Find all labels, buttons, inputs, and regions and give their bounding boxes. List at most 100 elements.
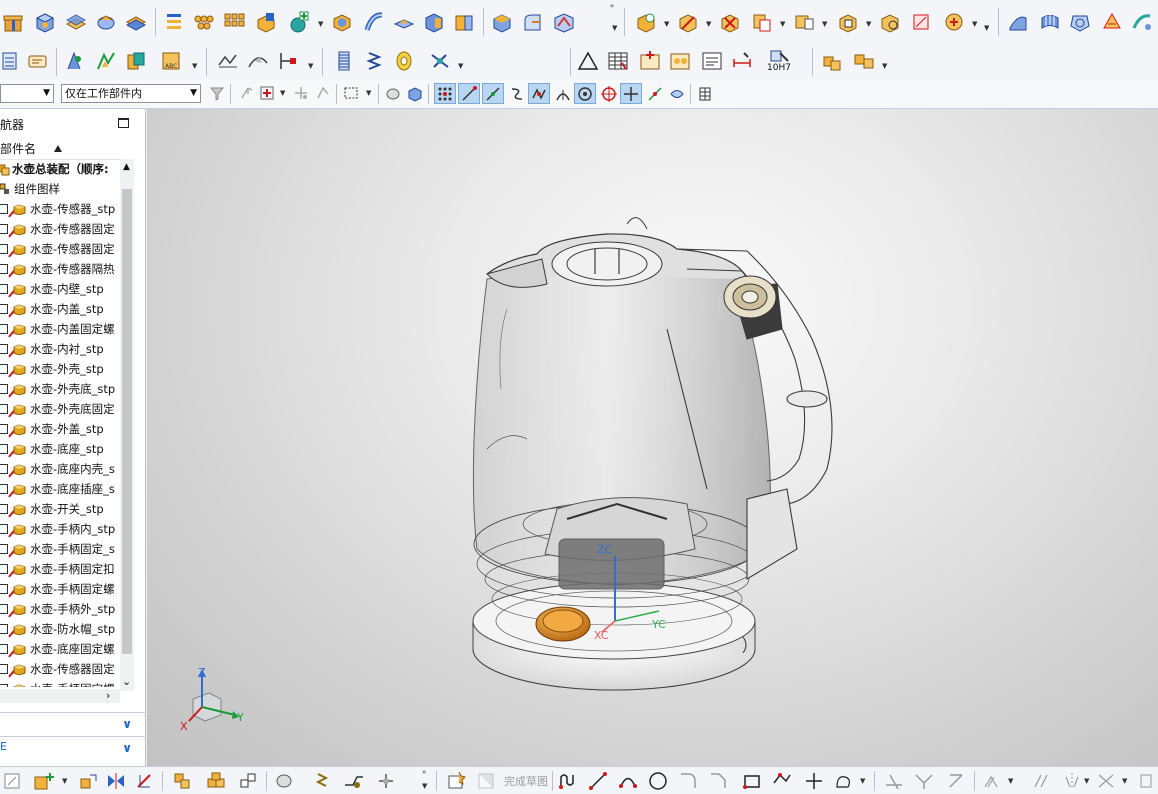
- visibility-checkbox[interactable]: [0, 424, 8, 434]
- assembly-icon[interactable]: [170, 769, 194, 793]
- dimension-curve-icon[interactable]: [274, 47, 302, 75]
- visibility-checkbox[interactable]: [0, 204, 8, 214]
- tree-component-row[interactable]: 水壶-外壳_stp: [0, 359, 120, 379]
- column-header-part-name[interactable]: 部件名: [0, 139, 134, 160]
- tree-component-row[interactable]: 水壶-手柄固定扣: [0, 559, 120, 579]
- tree-component-row[interactable]: 水壶-传感器固定: [0, 239, 120, 259]
- tree-component-row[interactable]: 水壶-外壳底_stp: [0, 379, 120, 399]
- tree-root-assembly[interactable]: 水壶总装配（顺序:: [0, 159, 120, 179]
- through-curves-icon[interactable]: [1036, 8, 1064, 36]
- wave-link-icon[interactable]: [940, 8, 968, 36]
- replace-component-icon[interactable]: [748, 8, 776, 36]
- n-sided-surface-icon[interactable]: [1066, 8, 1094, 36]
- move-object-icon[interactable]: [60, 47, 88, 75]
- pattern-feature-icon[interactable]: [160, 8, 188, 36]
- align-body-icon[interactable]: [92, 47, 120, 75]
- chevron-down-icon[interactable]: ▼: [308, 62, 313, 70]
- fit-tolerance-button[interactable]: 10H7: [762, 44, 796, 78]
- sketch-icon[interactable]: [0, 769, 24, 793]
- dimension-tool-icon[interactable]: [728, 47, 756, 75]
- offset-face-icon[interactable]: [420, 8, 448, 36]
- pattern-array-icon[interactable]: [220, 8, 248, 36]
- expression-icon[interactable]: [0, 47, 20, 75]
- washer-icon[interactable]: [390, 47, 418, 75]
- chevron-down-icon[interactable]: ▼: [664, 20, 669, 28]
- snap-arc-center-toggle[interactable]: [574, 83, 596, 104]
- arc-icon[interactable]: [616, 769, 640, 793]
- tree-constraints-node[interactable]: 组件图样: [0, 179, 120, 199]
- mirror-icon[interactable]: [104, 769, 128, 793]
- scroll-down-icon[interactable]: ⌄: [122, 675, 131, 688]
- chevron-down-icon[interactable]: ▼: [972, 20, 977, 28]
- add-component-icon[interactable]: [30, 769, 58, 793]
- revolve-icon[interactable]: [92, 8, 120, 36]
- more-sketch-tools-icon[interactable]: [1136, 769, 1156, 793]
- polygon-icon[interactable]: [770, 769, 794, 793]
- make-corner-icon[interactable]: [944, 769, 968, 793]
- move-component-icon[interactable]: [790, 8, 818, 36]
- line-icon[interactable]: [586, 769, 610, 793]
- scroll-right-icon[interactable]: ›: [106, 689, 110, 702]
- constraint-icon[interactable]: [132, 769, 156, 793]
- preview-panel-header[interactable]: ∨: [0, 712, 146, 735]
- tree-component-row[interactable]: 水壶-手柄固定螺: [0, 579, 120, 599]
- mirror-assembly-icon[interactable]: [876, 8, 904, 36]
- tree-component-row[interactable]: 水壶-内壁_stp: [0, 279, 120, 299]
- circle-icon[interactable]: [646, 769, 670, 793]
- tree-component-row[interactable]: 水壶-内盖_stp: [0, 299, 120, 319]
- visibility-checkbox[interactable]: [0, 324, 8, 334]
- remove-component-icon[interactable]: [716, 8, 744, 36]
- view-add-icon[interactable]: [636, 47, 664, 75]
- chevron-down-icon[interactable]: ▼: [318, 20, 323, 28]
- visibility-checkbox[interactable]: [0, 444, 8, 454]
- draft-icon[interactable]: [390, 8, 418, 36]
- snap-on-curve-icon[interactable]: [644, 83, 666, 104]
- fastener-tool-icon[interactable]: [426, 47, 454, 75]
- harness-icon[interactable]: [374, 769, 398, 793]
- mirror-curve-icon[interactable]: [1060, 769, 1084, 793]
- maximize-icon[interactable]: [118, 118, 129, 128]
- table-icon[interactable]: [604, 47, 632, 75]
- pattern-curve-icon[interactable]: [1030, 769, 1054, 793]
- block-icon[interactable]: [31, 8, 59, 36]
- drawing-sheet-icon[interactable]: [698, 47, 726, 75]
- tree-component-row[interactable]: 水壶-手柄固定螺: [0, 679, 120, 687]
- studio-spline-icon[interactable]: [832, 769, 856, 793]
- snap-tangent-icon[interactable]: [552, 83, 574, 104]
- chevron-down-icon[interactable]: ▼: [1084, 777, 1089, 785]
- tree-component-row[interactable]: 水壶-外盖_stp: [0, 419, 120, 439]
- base-view-icon[interactable]: [666, 47, 694, 75]
- emboss-text-icon[interactable]: ABC: [158, 47, 186, 75]
- tree-component-row[interactable]: 水壶-防水帽_stp: [0, 619, 120, 639]
- extrude-icon[interactable]: [62, 8, 90, 36]
- visibility-checkbox[interactable]: [0, 384, 8, 394]
- snap-line-toggle[interactable]: [458, 83, 480, 104]
- graphics-window[interactable]: ZC YC XC Z Y X: [147, 109, 1158, 766]
- tree-component-row[interactable]: 水壶-开关_stp: [0, 499, 120, 519]
- chevron-down-icon[interactable]: ▼: [882, 62, 887, 70]
- tree-component-row[interactable]: 水壶-传感器固定: [0, 659, 120, 679]
- subassembly-icon[interactable]: [204, 769, 228, 793]
- visibility-checkbox[interactable]: [0, 504, 8, 514]
- chevron-down-icon[interactable]: ▼: [706, 20, 711, 28]
- chevron-down-icon[interactable]: ▼: [822, 20, 827, 28]
- edge-blend-icon[interactable]: [488, 8, 516, 36]
- visibility-checkbox[interactable]: [0, 624, 8, 634]
- tree-component-row[interactable]: 水壶-底座_stp: [0, 439, 120, 459]
- snap-control-point-icon[interactable]: [506, 83, 528, 104]
- offset-curve-icon[interactable]: [244, 47, 272, 75]
- profile-icon[interactable]: [556, 769, 580, 793]
- filter-reset-icon[interactable]: [206, 82, 228, 104]
- styled-sweep-icon[interactable]: [1128, 8, 1156, 36]
- tree-component-row[interactable]: 水壶-传感器_stp: [0, 199, 120, 219]
- scroll-up-icon[interactable]: ▲: [123, 162, 130, 172]
- new-component-icon[interactable]: [674, 8, 702, 36]
- tree-horizontal-scrollbar[interactable]: ›: [0, 689, 120, 703]
- chevron-down-icon[interactable]: ▼: [780, 20, 785, 28]
- studio-surface-icon[interactable]: [1098, 8, 1126, 36]
- snap-on-face-icon[interactable]: [666, 83, 688, 104]
- grid-icon[interactable]: [694, 83, 716, 104]
- scrollbar-thumb[interactable]: [122, 189, 132, 654]
- snap-endpoint-toggle[interactable]: [434, 83, 456, 104]
- wave-geometry-icon[interactable]: [272, 769, 296, 793]
